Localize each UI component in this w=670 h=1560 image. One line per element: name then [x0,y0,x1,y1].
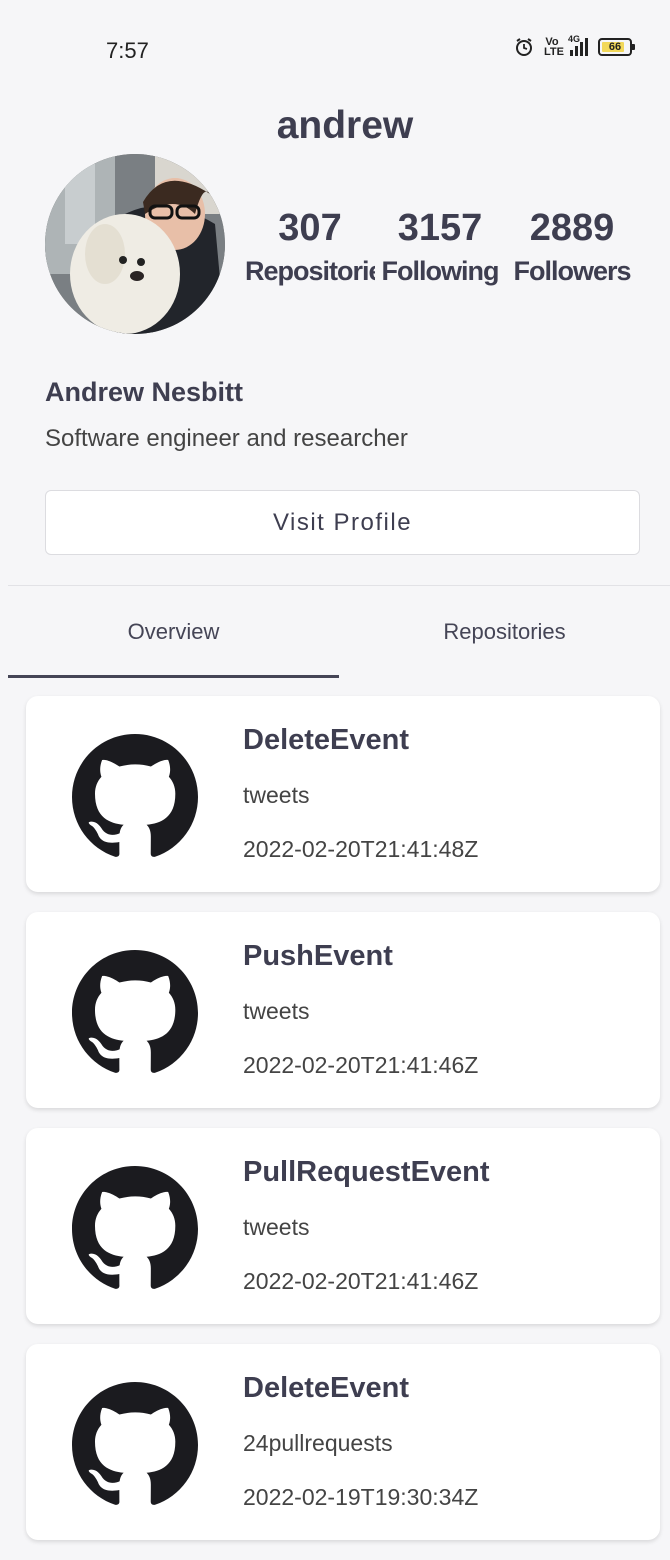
tab-overview[interactable]: Overview [8,586,339,678]
github-octocat-icon [72,950,198,1073]
stat-followers[interactable]: 2889 Followers [505,200,639,287]
event-repo: tweets [243,782,310,808]
full-name: Andrew Nesbitt [45,377,244,407]
stat-repositories[interactable]: 307 Repositories [245,200,375,287]
event-type: PullRequestEvent [243,1156,490,1188]
event-card[interactable]: DeleteEvent 24pullrequests 2022-02-19T19… [26,1344,660,1540]
event-date: 2022-02-20T21:41:46Z [243,1268,479,1294]
profile-stats: 307 Repositories 3157 Following 2889 Fol… [245,200,645,287]
status-time: 7:57 [106,38,149,63]
signal-icon: 4G [568,34,588,56]
status-icons: Vo LTE 4G 66 [514,34,635,58]
volte-icon: Vo LTE [544,36,564,58]
event-repo: tweets [243,1214,310,1240]
tab-repositories[interactable]: Repositories [339,586,670,678]
github-octocat-icon [72,734,198,857]
event-date: 2022-02-20T21:41:46Z [243,1052,479,1078]
stat-label: Followers [513,256,631,286]
event-date: 2022-02-20T21:41:48Z [243,836,479,862]
event-type: DeleteEvent [243,724,410,756]
event-repo: tweets [243,998,310,1024]
status-bar: 7:57 Vo LTE 4G 66 [0,0,670,100]
event-list: DeleteEvent tweets 2022-02-20T21:41:48Z … [26,696,660,1560]
stat-value: 2889 [529,207,615,249]
alarm-icon [516,38,532,56]
stat-value: 3157 [397,207,483,249]
stat-label: Repositories [245,256,375,286]
event-type: DeleteEvent [243,1372,410,1404]
bio: Software engineer and researcher [45,425,408,452]
username-title: andrew [276,104,414,147]
visit-profile-button[interactable]: Visit Profile [45,490,640,555]
avatar[interactable] [45,154,225,334]
github-octocat-icon [72,1166,198,1289]
tab-bar: Overview Repositories [8,586,670,678]
stat-following[interactable]: 3157 Following [375,200,505,287]
battery-icon: 66 [598,38,635,56]
event-card[interactable]: PullRequestEvent tweets 2022-02-20T21:41… [26,1128,660,1324]
event-date: 2022-02-19T19:30:34Z [243,1484,479,1510]
event-card[interactable]: PushEvent tweets 2022-02-20T21:41:46Z [26,912,660,1108]
event-repo: 24pullrequests [243,1430,393,1456]
github-octocat-icon [72,1382,198,1505]
event-type: PushEvent [243,940,393,972]
event-card[interactable]: DeleteEvent tweets 2022-02-20T21:41:48Z [26,696,660,892]
stat-label: Following [381,256,500,286]
stat-value: 307 [278,207,342,249]
